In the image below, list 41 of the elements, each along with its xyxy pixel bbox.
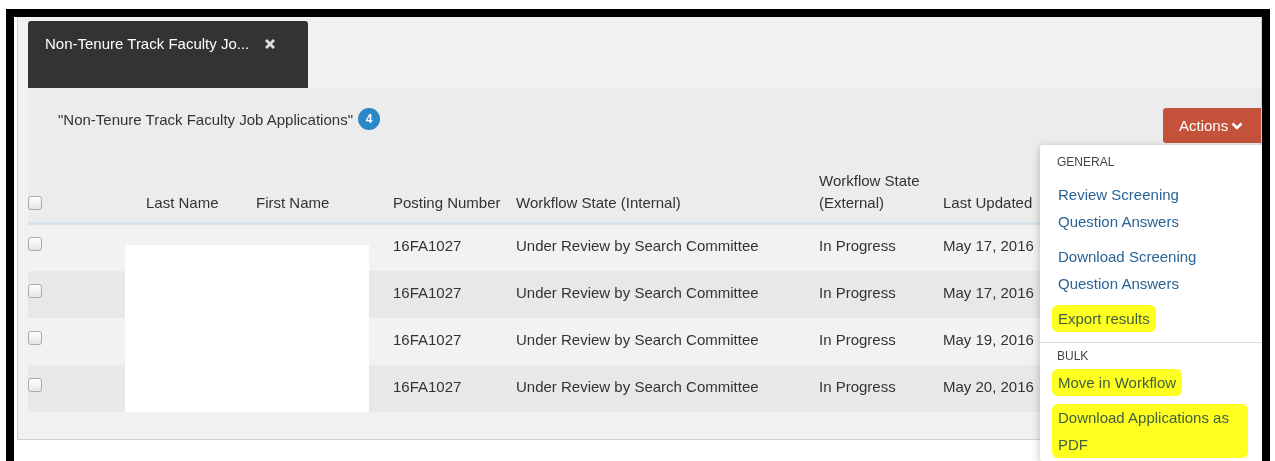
checkbox[interactable] [28,330,42,345]
table-cell: In Progress [819,283,896,301]
table-cell: Under Review by Search Committee [516,237,759,255]
table-cell: Under Review by Search Committee [516,330,759,348]
table-cell: Under Review by Search Committee [516,283,759,301]
table-cell: May 17, 2016 [943,237,1034,255]
checkbox[interactable] [28,237,42,252]
table-cell: In Progress [819,377,896,395]
list-title: "Non-Tenure Track Faculty Job Applications" [58,110,353,128]
table-cell: May 20, 2016 [943,377,1034,395]
column-header[interactable]: Workflow State (External) [819,170,936,214]
menu-section-heading: BULK [1056,349,1090,365]
menu-item[interactable]: Export results [1052,305,1156,332]
table-cell: 16FA1027 [393,237,462,255]
menu-item[interactable]: Review Screening Question Answers [1058,181,1242,235]
table-cell: Under Review by Search Committee [516,377,759,395]
caret-icon [1231,121,1244,130]
count-badge: 4 [357,108,380,130]
column-header[interactable]: First Name [256,192,330,214]
table-cell: In Progress [819,330,896,348]
checkbox[interactable] [28,377,42,392]
column-header[interactable]: Last Updated [943,192,1033,214]
column-header[interactable]: Workflow State (Internal) [516,192,681,214]
menu-item[interactable]: Download Screening Question Answers [1058,243,1242,297]
actions-button[interactable]: Actions [1163,108,1261,143]
table-cell: May 19, 2016 [943,330,1034,348]
table-cell: In Progress [819,237,896,255]
menu-item[interactable]: Download Applications as PDF [1052,404,1248,458]
column-header[interactable]: Posting Number [393,192,501,214]
checkbox[interactable] [28,283,42,298]
menu-section-heading: GENERAL [1056,155,1116,171]
table-cell: 16FA1027 [393,330,462,348]
column-header[interactable]: Last Name [146,192,219,214]
table-cell: 16FA1027 [393,377,462,395]
tab-label: Non-Tenure Track Faculty Jo... [45,35,250,52]
close-icon[interactable] [263,37,278,51]
tab[interactable]: Non-Tenure Track Faculty Jo... [28,21,308,88]
checkbox[interactable] [28,196,42,211]
menu-item[interactable]: Move in Workflow [1052,369,1183,396]
table-cell: May 17, 2016 [943,283,1034,301]
table-cell: 16FA1027 [393,283,462,301]
